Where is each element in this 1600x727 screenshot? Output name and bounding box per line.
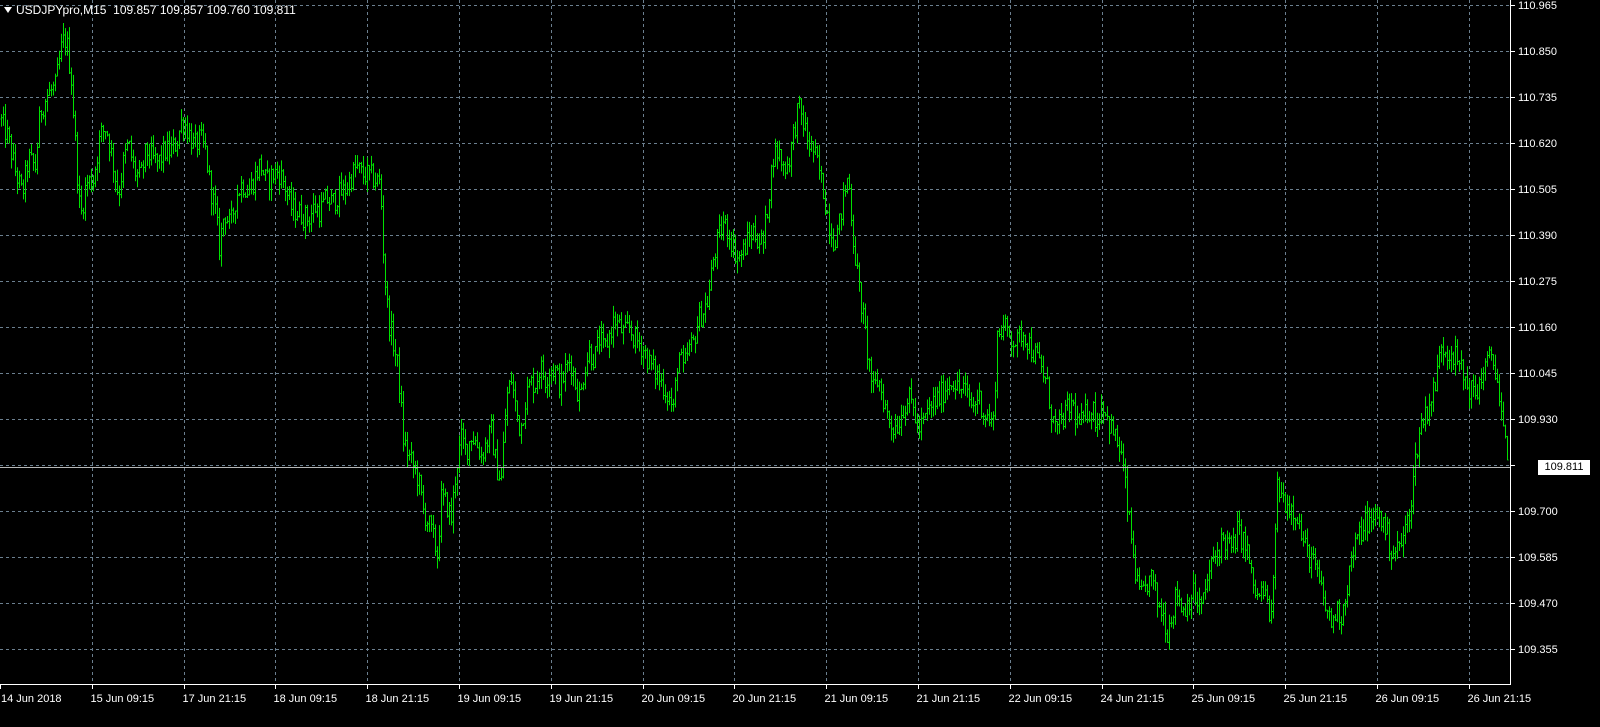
time-tick-label: 17 Jun 21:15	[183, 693, 247, 705]
current-price-tag: 109.811	[1538, 459, 1590, 475]
price-tick-label: 110.850	[1518, 46, 1557, 58]
time-tick-label: 18 Jun 09:15	[274, 693, 338, 705]
price-tick-label: 110.735	[1518, 92, 1557, 104]
price-tick-label: 109.355	[1518, 644, 1558, 656]
time-tick-label: 25 Jun 21:15	[1284, 693, 1348, 705]
symbol-label: USDJPYpro,M15	[16, 3, 107, 17]
time-tick-label: 26 Jun 09:15	[1376, 693, 1440, 705]
dropdown-triangle-icon[interactable]	[4, 7, 12, 13]
price-tick-label: 109.470	[1518, 598, 1558, 610]
price-tick-label: 109.930	[1518, 414, 1558, 426]
time-tick-label: 18 Jun 21:15	[366, 693, 430, 705]
time-tick-label: 21 Jun 09:15	[825, 693, 889, 705]
time-tick-label: 21 Jun 21:15	[917, 693, 981, 705]
time-tick-label: 19 Jun 21:15	[550, 693, 614, 705]
chart-canvas[interactable]: 110.965 110.850 110.735 110.620 110.505 110.3…	[0, 0, 1600, 722]
price-tick-label: 110.620	[1518, 138, 1557, 150]
ohlc-values: 109.857 109.857 109.760 109.811	[113, 3, 296, 17]
price-tick-label: 110.390	[1518, 230, 1557, 242]
time-tick-label: 14 Jun 2018	[1, 693, 62, 705]
price-tick-label: 109.700	[1518, 506, 1558, 518]
time-tick-label: 25 Jun 09:15	[1192, 693, 1256, 705]
time-tick-label: 24 Jun 21:15	[1101, 693, 1165, 705]
time-tick-label: 26 Jun 21:15	[1468, 693, 1532, 705]
price-chart[interactable]: 110.965 110.850 110.735 110.620 110.505 110.3…	[0, 0, 1600, 722]
time-tick-label: 20 Jun 09:15	[642, 693, 706, 705]
time-tick-label: 15 Jun 09:15	[91, 693, 155, 705]
price-axis[interactable]: 110.965 110.850 110.735 110.620 110.505 110.3…	[1510, 0, 1558, 656]
time-tick-label: 22 Jun 09:15	[1009, 693, 1073, 705]
price-tick-label: 109.585	[1518, 552, 1558, 564]
time-tick-label: 19 Jun 09:15	[458, 693, 522, 705]
price-tick-label: 110.965	[1518, 0, 1557, 12]
price-tick-label: 110.045	[1518, 368, 1557, 380]
time-tick-label: 20 Jun 21:15	[733, 693, 797, 705]
price-tick-label: 110.275	[1518, 276, 1557, 288]
price-tick-label: 110.505	[1518, 184, 1557, 196]
price-tick-label: 110.160	[1518, 322, 1557, 334]
chart-header: USDJPYpro,M15 109.857 109.857 109.760 10…	[4, 3, 296, 17]
